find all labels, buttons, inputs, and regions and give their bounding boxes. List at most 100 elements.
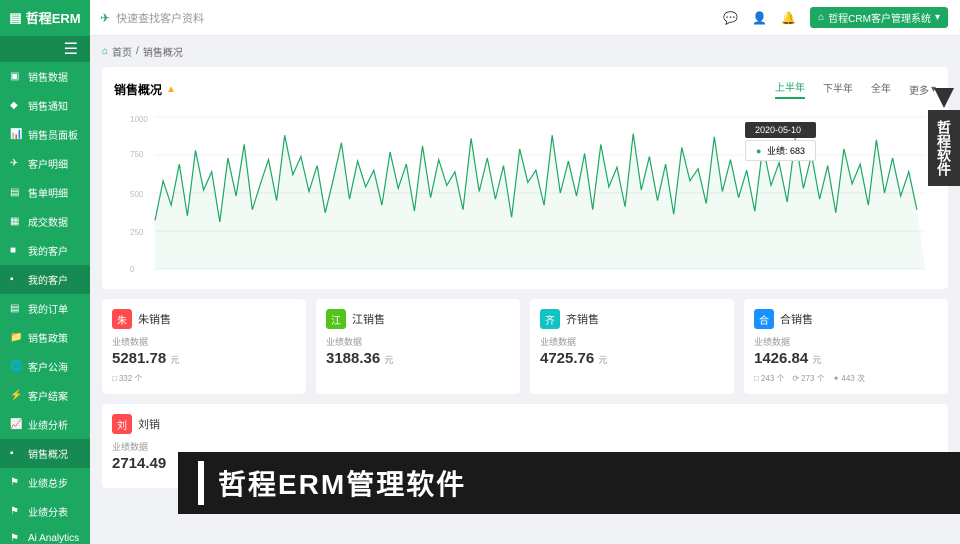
- stat-value: 3188.36 元: [326, 350, 510, 367]
- stat-foot-item: □243 个: [754, 373, 784, 384]
- stat-label: 业绩数据: [540, 335, 724, 348]
- chart-title: 销售概况 ▲: [114, 81, 176, 98]
- svg-text:1000: 1000: [130, 115, 148, 124]
- chart-card: 销售概况 ▲ 上半年 下半年 全年 更多 ▾ 1000 750 50: [102, 67, 948, 289]
- breadcrumb-home[interactable]: 首页: [112, 44, 132, 59]
- foot-icon: □: [754, 374, 759, 383]
- stat-head: 齐 齐销售: [540, 309, 724, 329]
- sidebar-icon: ✈: [10, 158, 22, 169]
- send-icon: ✈: [100, 11, 110, 25]
- home-icon[interactable]: ⌂: [102, 46, 108, 57]
- sidebar-label: 我的客户: [28, 272, 68, 287]
- logo-text: 哲程ERM: [26, 8, 81, 27]
- stats-row: 朱 朱销售 业绩数据 5281.78 元 □332 个 江 江销售 业绩数据 3…: [102, 299, 948, 394]
- stat-foot-item: □332 个: [112, 373, 142, 384]
- overlay-banner: 哲程ERM管理软件: [178, 452, 960, 514]
- sidebar-icon: 🌐: [10, 361, 22, 372]
- stat-head: 刘 刘销: [112, 414, 938, 434]
- tooltip-date: 2020-05-10: [745, 122, 816, 138]
- sidebar: ☰ ▣销售数据◆销售通知📊销售员面板✈客户明细▤售单明细▦成交数据■我的客户▪我…: [0, 36, 90, 544]
- sidebar-item-9[interactable]: 📁销售政策: [0, 323, 90, 352]
- sidebar-icon: 📁: [10, 332, 22, 343]
- side-ribbon: 哲程软件: [928, 110, 960, 186]
- sidebar-label: 销售数据: [28, 69, 68, 84]
- chat-icon[interactable]: 💬: [723, 11, 738, 25]
- sidebar-label: 我的客户: [28, 243, 68, 258]
- tab-last-half[interactable]: 上半年: [775, 79, 805, 99]
- breadcrumb: ⌂ 首页 / 销售概况: [102, 44, 948, 59]
- stat-badge: 齐: [540, 309, 560, 329]
- stat-value: 1426.84 元: [754, 350, 938, 367]
- sidebar-item-5[interactable]: ▦ 成交数据: [0, 207, 90, 236]
- sidebar-item-8[interactable]: ▤我的订单: [0, 294, 90, 323]
- sidebar-item-1[interactable]: ◆销售通知: [0, 91, 90, 120]
- stat-unit: 元: [384, 355, 393, 365]
- sidebar-label: 成交数据: [28, 214, 68, 229]
- sidebar-label: 客户明细: [28, 156, 68, 171]
- svg-text:750: 750: [130, 150, 144, 159]
- sidebar-item-2[interactable]: 📊 销售员面板: [0, 120, 90, 149]
- chart-tabs: 上半年 下半年 全年 更多 ▾: [775, 79, 936, 99]
- sidebar-item-15[interactable]: ⚑ 业绩分表: [0, 497, 90, 526]
- stat-head: 江 江销售: [326, 309, 510, 329]
- stat-card-0[interactable]: 朱 朱销售 业绩数据 5281.78 元 □332 个: [102, 299, 306, 394]
- stat-badge: 江: [326, 309, 346, 329]
- sidebar-label: 客户结案: [28, 388, 68, 403]
- sidebar-item-16[interactable]: ⚑Ai Analytics: [0, 526, 90, 544]
- tab-next-half[interactable]: 下半年: [823, 80, 853, 98]
- sidebar-label: 销售员面板: [28, 127, 78, 142]
- system-name: 哲程CRM客户管理系统: [828, 10, 931, 25]
- warning-icon: ▲: [166, 84, 176, 95]
- tab-all[interactable]: 全年: [871, 80, 891, 98]
- sidebar-icon: 📈: [10, 419, 22, 430]
- stat-card-3[interactable]: 合 合销售 业绩数据 1426.84 元 □243 个⟳273 个✦443 次: [744, 299, 948, 394]
- sidebar-label: 销售概况: [28, 446, 68, 461]
- sidebar-icon: ⚑: [10, 477, 22, 488]
- stat-unit: 元: [812, 355, 821, 365]
- banner-bar: [198, 461, 204, 505]
- more-button[interactable]: 更多 ▾: [909, 82, 936, 97]
- sidebar-label: 业绩分表: [28, 504, 68, 519]
- sidebar-icon: ⚑: [10, 533, 22, 544]
- chart-tooltip: 2020-05-10 ● 业绩: 683: [745, 122, 816, 161]
- header-actions: 💬 👤 🔔 ⌂ 哲程CRM客户管理系统 ▾: [723, 7, 960, 28]
- sidebar-icon: ⚑: [10, 506, 22, 517]
- search-area[interactable]: ✈ 快速查找客户资料: [90, 10, 723, 26]
- sidebar-item-4[interactable]: ▤售单明细: [0, 178, 90, 207]
- stat-label: 业绩数据: [326, 335, 510, 348]
- user-icon[interactable]: 👤: [752, 11, 767, 25]
- sidebar-item-7[interactable]: ▪我的客户: [0, 265, 90, 294]
- home-icon: ⌂: [818, 12, 824, 23]
- sidebar-label: 业绩分析: [28, 417, 68, 432]
- sidebar-label: 售单明细: [28, 185, 68, 200]
- sidebar-item-3[interactable]: ✈ 客户明细: [0, 149, 90, 178]
- bell-icon[interactable]: 🔔: [781, 11, 796, 25]
- stat-head: 合 合销售: [754, 309, 938, 329]
- stat-label: 业绩数据: [754, 335, 938, 348]
- svg-text:0: 0: [130, 265, 135, 274]
- sidebar-item-14[interactable]: ⚑业绩总步: [0, 468, 90, 497]
- stat-badge: 朱: [112, 309, 132, 329]
- svg-text:500: 500: [130, 190, 144, 199]
- sidebar-item-10[interactable]: 🌐客户公海: [0, 352, 90, 381]
- sidebar-icon: ▤: [10, 303, 22, 314]
- sidebar-collapse[interactable]: ☰: [0, 36, 90, 62]
- stat-name: 江销售: [352, 311, 385, 327]
- stat-unit: 元: [598, 355, 607, 365]
- sidebar-item-13[interactable]: ▪销售概况: [0, 439, 90, 468]
- breadcrumb-current: 销售概况: [143, 44, 183, 59]
- sidebar-icon: ▦: [10, 216, 22, 227]
- sidebar-item-11[interactable]: ⚡ 客户结案: [0, 381, 90, 410]
- stat-value: 5281.78 元: [112, 350, 296, 367]
- banner-text: 哲程ERM管理软件: [218, 463, 466, 503]
- stat-card-1[interactable]: 江 江销售 业绩数据 3188.36 元: [316, 299, 520, 394]
- sidebar-icon: ⚡: [10, 390, 22, 401]
- sidebar-item-0[interactable]: ▣销售数据: [0, 62, 90, 91]
- chart-body: 1000 750 500 250 0 2020-05-10 ●: [114, 107, 936, 277]
- sidebar-item-6[interactable]: ■我的客户: [0, 236, 90, 265]
- chart-header: 销售概况 ▲ 上半年 下半年 全年 更多 ▾: [114, 79, 936, 99]
- system-badge[interactable]: ⌂ 哲程CRM客户管理系统 ▾: [810, 7, 948, 28]
- sidebar-icon: 📊: [10, 129, 22, 140]
- sidebar-item-12[interactable]: 📈 业绩分析: [0, 410, 90, 439]
- stat-card-2[interactable]: 齐 齐销售 业绩数据 4725.76 元: [530, 299, 734, 394]
